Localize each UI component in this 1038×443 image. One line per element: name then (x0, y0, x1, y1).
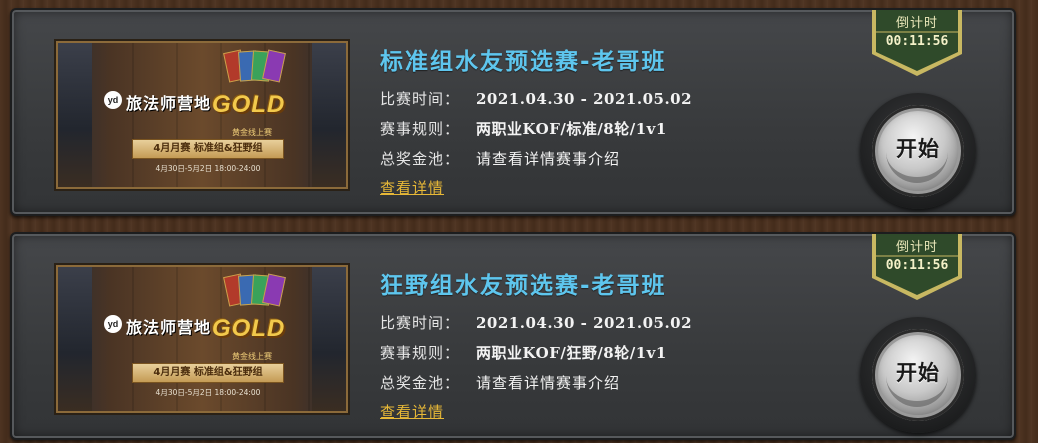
tournament-card: yd 旅法师营地 GOLD 黄金线上赛 4月月赛 标准组&狂野组 4月30日-5… (10, 232, 1016, 440)
thumbnail-pillar-left (58, 43, 92, 187)
prize-label: 总奖金池： (380, 150, 461, 168)
start-button[interactable]: 开始 (860, 317, 976, 433)
rules-label: 赛事规则： (380, 120, 461, 138)
countdown-badge: 倒计时 00:11:56 (868, 232, 966, 302)
time-value: 2021.04.30 - 2021.05.02 (476, 90, 693, 108)
time-label: 比赛时间： (380, 314, 461, 332)
rules-label: 赛事规则： (380, 344, 461, 362)
countdown-value: 00:11:56 (885, 34, 949, 49)
tournament-title: 狂野组水友预选赛-老哥班 (380, 273, 667, 299)
time-label: 比赛时间： (380, 90, 461, 108)
prize-label: 总奖金池： (380, 374, 461, 392)
time-value: 2021.04.30 - 2021.05.02 (476, 314, 693, 332)
view-details-link[interactable]: 查看详情 (380, 401, 444, 422)
start-button-label: 开始 (896, 137, 940, 161)
event-banner: 4月月赛 标准组&狂野组 (132, 139, 284, 159)
card-fan-icon (223, 273, 286, 311)
start-button-label: 开始 (896, 361, 940, 385)
card-fan-icon (223, 49, 286, 87)
prize-row: 总奖金池： 请查看详情赛事介绍 (380, 148, 620, 169)
rules-row: 赛事规则： 两职业KOF/狂野/8轮/1v1 (380, 342, 667, 363)
countdown-badge: 倒计时 00:11:56 (868, 8, 966, 78)
thumbnail-pillar-right (312, 267, 346, 411)
tournament-thumbnail[interactable]: yd 旅法师营地 GOLD 黄金线上赛 4月月赛 标准组&狂野组 4月30日-5… (56, 265, 348, 413)
countdown-label: 倒计时 (895, 16, 938, 31)
rules-value: 两职业KOF/标准/8轮/1v1 (476, 120, 667, 138)
time-row: 比赛时间： 2021.04.30 - 2021.05.02 (380, 88, 692, 109)
gold-subtitle: 黄金线上赛 (232, 352, 272, 361)
yd-logo: yd (104, 315, 122, 333)
gold-logo: GOLD (212, 91, 286, 118)
brand-name: 旅法师营地 (126, 94, 212, 113)
prize-value: 请查看详情赛事介绍 (476, 150, 621, 168)
yd-logo: yd (104, 91, 122, 109)
start-button[interactable]: 开始 (860, 93, 976, 209)
event-date: 4月30日-5月2日 18:00-24:00 (155, 388, 261, 397)
event-date: 4月30日-5月2日 18:00-24:00 (155, 164, 261, 173)
rules-value: 两职业KOF/狂野/8轮/1v1 (476, 344, 667, 362)
thumbnail-pillar-left (58, 267, 92, 411)
tournament-card: yd 旅法师营地 GOLD 黄金线上赛 4月月赛 标准组&狂野组 4月30日-5… (10, 8, 1016, 216)
rules-row: 赛事规则： 两职业KOF/标准/8轮/1v1 (380, 118, 667, 139)
thumbnail-pillar-right (312, 43, 346, 187)
view-details-link[interactable]: 查看详情 (380, 177, 444, 198)
event-banner: 4月月赛 标准组&狂野组 (132, 363, 284, 383)
tournament-thumbnail[interactable]: yd 旅法师营地 GOLD 黄金线上赛 4月月赛 标准组&狂野组 4月30日-5… (56, 41, 348, 189)
tournament-title: 标准组水友预选赛-老哥班 (380, 49, 667, 75)
prize-value: 请查看详情赛事介绍 (476, 374, 621, 392)
gold-subtitle: 黄金线上赛 (232, 128, 272, 137)
countdown-label: 倒计时 (895, 240, 938, 255)
gold-logo: GOLD (212, 315, 286, 342)
brand-name: 旅法师营地 (126, 318, 212, 337)
prize-row: 总奖金池： 请查看详情赛事介绍 (380, 372, 620, 393)
countdown-value: 00:11:56 (885, 258, 949, 273)
time-row: 比赛时间： 2021.04.30 - 2021.05.02 (380, 312, 692, 333)
